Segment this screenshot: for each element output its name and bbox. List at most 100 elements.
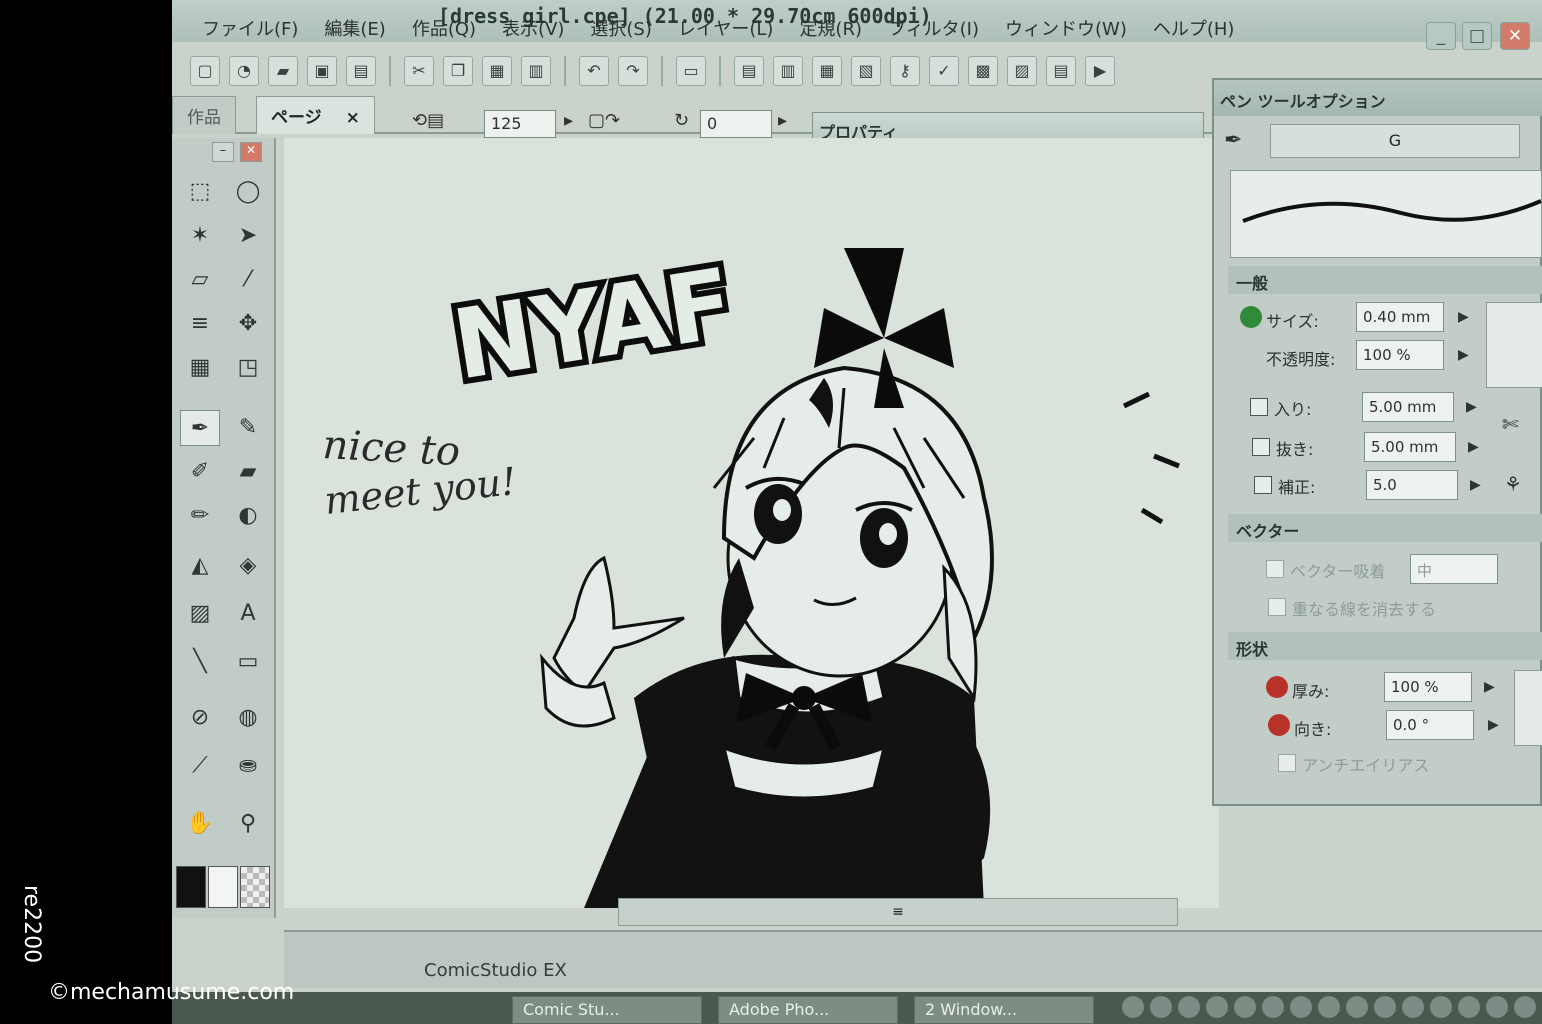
rotation-arrow-icon[interactable]: ▸	[778, 110, 787, 131]
section-shape-header[interactable]: 形状	[1228, 632, 1542, 660]
fit-page-icon[interactable]: ⟲▤	[412, 110, 444, 131]
thickness-input[interactable]: 100 %	[1384, 672, 1472, 702]
pen-preset-select[interactable]: G	[1270, 124, 1520, 158]
pen-icon[interactable]: ✒	[180, 410, 220, 446]
maximize-button[interactable]: □	[1462, 22, 1492, 50]
layer-move-icon[interactable]: ▱	[180, 262, 220, 298]
new-page-icon[interactable]: ◔	[229, 56, 259, 86]
gradient-icon[interactable]: ▨	[180, 596, 220, 632]
speech-balloon-icon[interactable]: ⟋	[180, 748, 220, 784]
remove-overlap-checkbox[interactable]	[1268, 598, 1286, 616]
rotation-input[interactable]: 0	[700, 110, 772, 138]
frame-icon[interactable]: ▦	[180, 350, 220, 386]
menu-window[interactable]: ウィンドウ(W)	[1005, 15, 1127, 41]
correction-input[interactable]: 5.0	[1366, 470, 1458, 500]
palette-close-icon[interactable]: ✕	[240, 142, 262, 162]
airbrush-icon[interactable]: ◐	[228, 498, 268, 534]
open-folder-icon[interactable]: ▰	[268, 56, 298, 86]
play-icon[interactable]: ▶	[1085, 56, 1115, 86]
menu-select[interactable]: 選択(S)	[590, 15, 651, 41]
layer-view-icon[interactable]: ▥	[773, 56, 803, 86]
palette-minimize-icon[interactable]: –	[212, 142, 234, 162]
tray-icon[interactable]	[1178, 996, 1200, 1018]
color-white-swatch[interactable]	[208, 866, 238, 908]
tray-icon[interactable]	[1318, 996, 1340, 1018]
tab-close-icon[interactable]: ×	[346, 108, 360, 128]
story-view-icon[interactable]: ▦	[812, 56, 842, 86]
check-icon[interactable]: ✓	[929, 56, 959, 86]
tray-icon[interactable]	[1486, 996, 1508, 1018]
taskbar-item-comicstudio[interactable]: Comic Stu...	[512, 996, 702, 1024]
transform-icon[interactable]: ◳	[228, 350, 268, 386]
correction-checkbox[interactable]	[1254, 476, 1272, 494]
ruler-tool-icon[interactable]: ≡	[180, 306, 220, 342]
key-icon[interactable]: ⚷	[890, 56, 920, 86]
out-checkbox[interactable]	[1252, 438, 1270, 456]
menu-layer[interactable]: レイヤー(L)	[678, 15, 774, 41]
copy-icon[interactable]: ❐	[443, 56, 473, 86]
menu-ruler[interactable]: 定規(R)	[799, 15, 862, 41]
save-all-icon[interactable]: ▤	[346, 56, 376, 86]
tray-icon[interactable]	[1122, 996, 1144, 1018]
color-transparent-swatch[interactable]	[240, 866, 270, 908]
stamp-icon[interactable]: ⛂	[228, 748, 268, 784]
tray-icon[interactable]	[1430, 996, 1452, 1018]
minimize-button[interactable]: _	[1426, 22, 1456, 50]
menu-filter[interactable]: フィルタ(I)	[888, 15, 979, 41]
opacity-arrow-icon[interactable]: ▶	[1458, 347, 1469, 363]
tab-page[interactable]: ページ ×	[256, 96, 375, 134]
out-arrow-icon[interactable]: ▶	[1468, 439, 1479, 455]
lasso-icon[interactable]: ◯	[228, 174, 268, 210]
rect-select-icon[interactable]: ⬚	[180, 174, 220, 210]
brush-icon[interactable]: ✏	[180, 498, 220, 534]
cut-icon[interactable]: ✂	[404, 56, 434, 86]
zoom-icon[interactable]: ⚲	[228, 806, 268, 842]
tray-icon[interactable]	[1514, 996, 1536, 1018]
magic-wand-icon[interactable]: ✶	[180, 218, 220, 254]
tone-scrape-icon[interactable]: ◍	[228, 700, 268, 736]
size-arrow-icon[interactable]: ▶	[1458, 309, 1469, 325]
tab-works[interactable]: 作品	[172, 96, 236, 134]
rotate-page-icon[interactable]: ▢↷	[588, 110, 620, 131]
vector-snap-select[interactable]: 中	[1410, 554, 1498, 584]
size-input[interactable]: 0.40 mm	[1356, 302, 1444, 332]
color-icon[interactable]: ▨	[1007, 56, 1037, 86]
rotate-icon[interactable]: ↻	[674, 110, 689, 131]
tray-icon[interactable]	[1150, 996, 1172, 1018]
new-file-icon[interactable]: ▢	[190, 56, 220, 86]
direction-arrow-icon[interactable]: ▶	[1488, 717, 1499, 733]
close-button[interactable]: ✕	[1500, 22, 1530, 50]
in-input[interactable]: 5.00 mm	[1362, 392, 1454, 422]
taskbar-item-photoshop[interactable]: Adobe Pho...	[718, 996, 898, 1024]
menu-file[interactable]: ファイル(F)	[202, 15, 298, 41]
zoom-arrow-icon[interactable]: ▸	[564, 110, 573, 131]
direction-input[interactable]: 0.0 °	[1386, 710, 1474, 740]
in-checkbox[interactable]	[1250, 398, 1268, 416]
zoom-input[interactable]: 125	[484, 110, 556, 138]
thickness-pressure-icon[interactable]	[1266, 676, 1288, 698]
section-vector-header[interactable]: ベクター	[1228, 514, 1542, 542]
color-black-swatch[interactable]	[176, 866, 206, 908]
pattern-icon[interactable]: ◈	[228, 548, 268, 584]
tray-icon[interactable]	[1206, 996, 1228, 1018]
tray-icon[interactable]	[1458, 996, 1480, 1018]
menu-help[interactable]: ヘルプ(H)	[1153, 15, 1235, 41]
tone-icon[interactable]: ⊘	[180, 700, 220, 736]
rectangle-tool-icon[interactable]: ▭	[228, 644, 268, 680]
drawing-canvas[interactable]: NYAF nice to meet you!	[284, 138, 1219, 908]
ruler-icon[interactable]: ▧	[851, 56, 881, 86]
undo-icon[interactable]: ↶	[579, 56, 609, 86]
paste-icon[interactable]: ▦	[482, 56, 512, 86]
grid-icon[interactable]: ▩	[968, 56, 998, 86]
tray-icon[interactable]	[1290, 996, 1312, 1018]
layers-icon[interactable]: ▤	[1046, 56, 1076, 86]
menu-works[interactable]: 作品(Q)	[412, 15, 476, 41]
canvas-scrollbar[interactable]: ≡	[618, 898, 1178, 926]
menu-view[interactable]: 表示(V)	[502, 15, 564, 41]
direction-pressure-icon[interactable]	[1268, 714, 1290, 736]
line-tool-icon[interactable]: ╲	[180, 644, 220, 680]
print-icon[interactable]: ▭	[676, 56, 706, 86]
antialias-checkbox[interactable]	[1278, 754, 1296, 772]
tray-icon[interactable]	[1262, 996, 1284, 1018]
thickness-arrow-icon[interactable]: ▶	[1484, 679, 1495, 695]
